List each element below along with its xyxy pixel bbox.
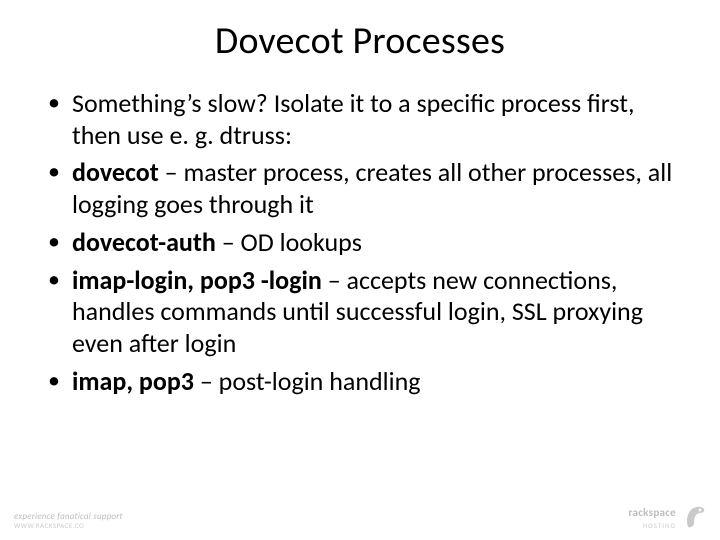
slide: Dovecot Processes Something’s slow? Isol…: [0, 0, 720, 540]
footer-brand: rackspace: [629, 506, 676, 519]
list-item: dovecot-auth – OD lookups: [44, 227, 682, 259]
bullet-text: – OD lookups: [216, 226, 362, 258]
footer-right-logo: rackspace HOSTING: [629, 502, 706, 530]
slide-title: Dovecot Processes: [38, 18, 682, 64]
list-item: Something’s slow? Isolate it to a specif…: [44, 88, 682, 151]
bullet-text: – master process, creates all other proc…: [72, 156, 672, 220]
bullet-bold: imap, pop3: [72, 365, 194, 397]
bullet-text: Something’s slow? Isolate it to a specif…: [72, 87, 634, 151]
bullet-bold: imap-login, pop3 -login: [72, 264, 322, 296]
footer-left-line2: WWW.RACKSPACE.CO: [14, 522, 123, 530]
bullet-bold: dovecot-auth: [72, 226, 216, 258]
footer-right-text: rackspace HOSTING: [629, 502, 676, 530]
footer-left-logo: experience fanatical support WWW.RACKSPA…: [14, 512, 123, 530]
bullet-bold: dovecot: [72, 156, 159, 188]
list-item: dovecot – master process, creates all ot…: [44, 157, 682, 220]
bullet-list: Something’s slow? Isolate it to a specif…: [38, 88, 682, 397]
footer-sub: HOSTING: [629, 521, 676, 530]
list-item: imap, pop3 – post-login handling: [44, 366, 682, 398]
bullet-text: – post-login handling: [194, 365, 421, 397]
rackspace-icon: [682, 503, 706, 529]
list-item: imap-login, pop3 -login – accepts new co…: [44, 265, 682, 360]
